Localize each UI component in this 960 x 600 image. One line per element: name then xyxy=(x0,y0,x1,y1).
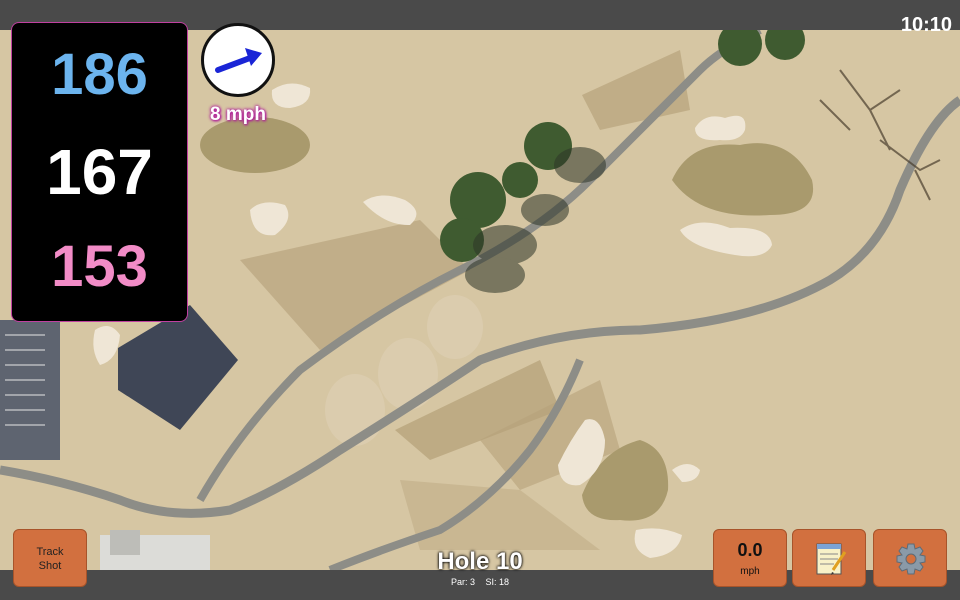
front-yardage: 153 xyxy=(51,234,148,299)
speed-value: 0.0 xyxy=(737,540,763,560)
track-shot-label-line1: Track xyxy=(36,546,64,558)
middle-yardage: 167 xyxy=(46,136,153,208)
track-shot-button[interactable]: Track Shot xyxy=(13,529,87,587)
stroke-index-label: SI: 18 xyxy=(485,577,510,587)
par-label: Par: 3 xyxy=(450,577,475,587)
settings-button[interactable] xyxy=(873,529,947,587)
wind-indicator[interactable] xyxy=(201,23,275,97)
wind-arrow-icon xyxy=(215,48,262,73)
track-shot-label-line2: Shot xyxy=(38,560,62,572)
hole-title: Hole 10 xyxy=(437,548,523,575)
clock: 10:10 xyxy=(900,14,952,36)
speed-button[interactable]: 0.0 mph xyxy=(713,529,787,587)
speed-unit: mph xyxy=(740,566,760,577)
hole-info: Par: 3 SI: 18 xyxy=(380,577,580,587)
wind-speed-label: 8 mph xyxy=(210,104,266,125)
notes-button[interactable] xyxy=(792,529,866,587)
yardage-panel: 186 167 153 xyxy=(11,22,188,322)
gear-icon xyxy=(896,543,926,575)
notepad-icon xyxy=(816,543,847,575)
back-yardage: 186 xyxy=(51,42,148,107)
